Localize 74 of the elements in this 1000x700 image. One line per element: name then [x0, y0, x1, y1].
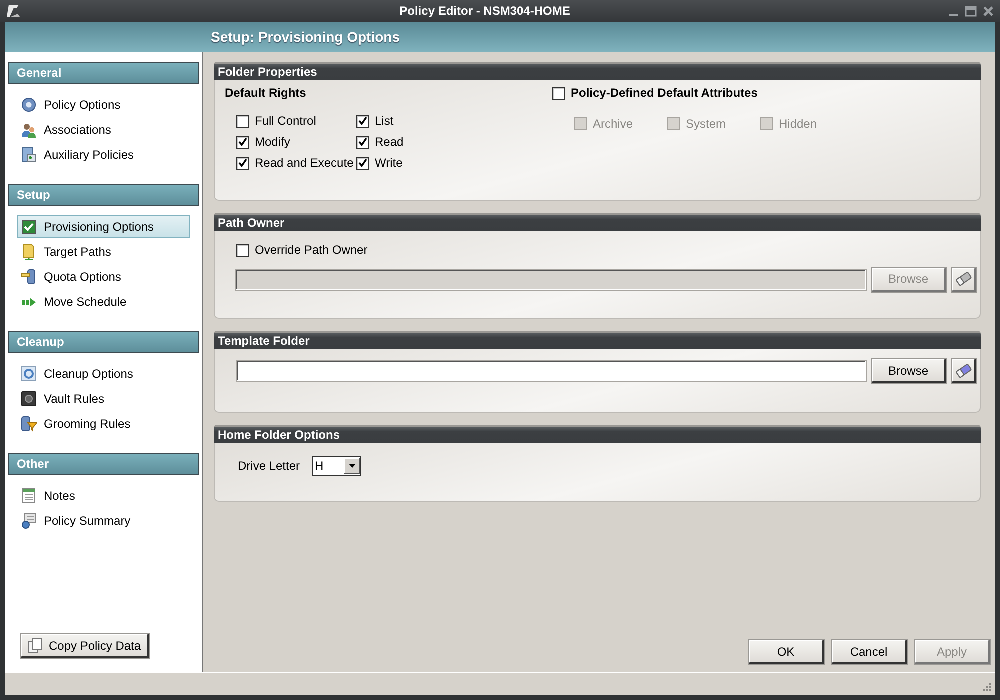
document-icon: [21, 146, 37, 162]
checkmark-icon: [238, 137, 248, 147]
checkbox-label: Read: [375, 135, 404, 149]
panel-header: Folder Properties: [214, 62, 981, 80]
window-title: Policy Editor - NSM304-HOME: [398, 4, 572, 18]
checkbox[interactable]: [236, 244, 249, 256]
checkbox-label: Read and Execute: [255, 156, 354, 170]
document-icon: [21, 512, 37, 528]
funnel-icon: [21, 416, 37, 432]
checkbox[interactable]: [552, 86, 565, 100]
checkbox-label: Hidden: [779, 116, 818, 130]
notepad-icon: [21, 488, 37, 504]
checkbox[interactable]: [236, 156, 249, 170]
section-header: Other: [8, 453, 199, 475]
sidebar-item[interactable]: Associations: [17, 118, 190, 141]
sidebar-item[interactable]: Notes: [17, 484, 190, 507]
maximize-icon[interactable]: [965, 6, 977, 16]
sidebar-item[interactable]: Move Schedule: [17, 290, 190, 313]
section-header: Setup: [8, 184, 199, 206]
sidebar-item[interactable]: Target Paths: [17, 240, 190, 263]
folder-icon: [21, 244, 37, 260]
checkmark-icon: [238, 158, 248, 168]
dialog-button[interactable]: OK: [749, 640, 824, 664]
checkbox[interactable]: [356, 114, 369, 128]
section-header: General: [8, 62, 199, 84]
copy-button[interactable]: Copy Policy Data: [21, 634, 150, 658]
checkbox[interactable]: [236, 114, 249, 128]
eraser-icon: [954, 270, 972, 288]
sidebar-item[interactable]: Grooming Rules: [17, 412, 190, 435]
field-label: Drive Letter: [238, 459, 300, 473]
sidebar-item[interactable]: Provisioning Options: [17, 215, 190, 238]
checkbox[interactable]: [356, 156, 369, 170]
browse-button[interactable]: Browse: [872, 359, 946, 383]
checkbox-icon: [21, 218, 37, 234]
sidebar-item[interactable]: Policy Summary: [17, 509, 190, 532]
caret-icon: [348, 462, 357, 470]
panel-header: Home Folder Options: [214, 425, 981, 443]
checkbox-label: Full Control: [255, 114, 316, 128]
panel-header: Path Owner: [214, 213, 981, 231]
section-label: Default Rights: [225, 86, 308, 100]
cylinder-icon: [21, 268, 37, 284]
eraser-icon: [954, 362, 972, 380]
sidebar-item[interactable]: Auxiliary Policies: [17, 143, 190, 166]
sidebar-item[interactable]: Policy Options: [17, 93, 190, 116]
clear-button[interactable]: [952, 359, 976, 383]
copy-icon: [28, 638, 43, 654]
resize-grip-icon[interactable]: [980, 682, 992, 692]
gear-icon: [21, 96, 37, 112]
checkbox-label: Modify: [255, 135, 290, 149]
checkbox-label: System: [686, 116, 726, 130]
drive-letter-dropdown[interactable]: H: [312, 456, 362, 476]
checkmark-icon: [358, 137, 368, 147]
checkbox-label: Override Path Owner: [255, 243, 368, 257]
sidebar-item[interactable]: Quota Options: [17, 265, 190, 288]
checkmark-icon: [358, 158, 368, 168]
checkbox-label: List: [375, 114, 394, 128]
checkbox-label: Archive: [593, 116, 634, 130]
checkbox[interactable]: [236, 136, 249, 148]
scroll-icon: [6, 3, 22, 19]
panel-header: Template Folder: [214, 331, 981, 349]
close-icon[interactable]: [983, 6, 994, 16]
page-title: Setup: Provisioning Options: [211, 29, 400, 45]
dialog-button[interactable]: Cancel: [832, 640, 907, 664]
checkmark-icon: [358, 116, 368, 126]
checkbox-label: Write: [375, 156, 403, 170]
people-icon: [21, 122, 37, 138]
checkbox[interactable]: [356, 136, 369, 148]
refresh-icon: [21, 366, 37, 382]
input-field[interactable]: [237, 361, 866, 381]
safe-icon: [21, 390, 37, 406]
sidebar-item[interactable]: Vault Rules: [17, 387, 190, 410]
sidebar-item[interactable]: Cleanup Options: [17, 362, 190, 385]
section-header: Cleanup: [8, 331, 199, 353]
checkbox-label: Policy-Defined Default Attributes: [571, 86, 758, 100]
